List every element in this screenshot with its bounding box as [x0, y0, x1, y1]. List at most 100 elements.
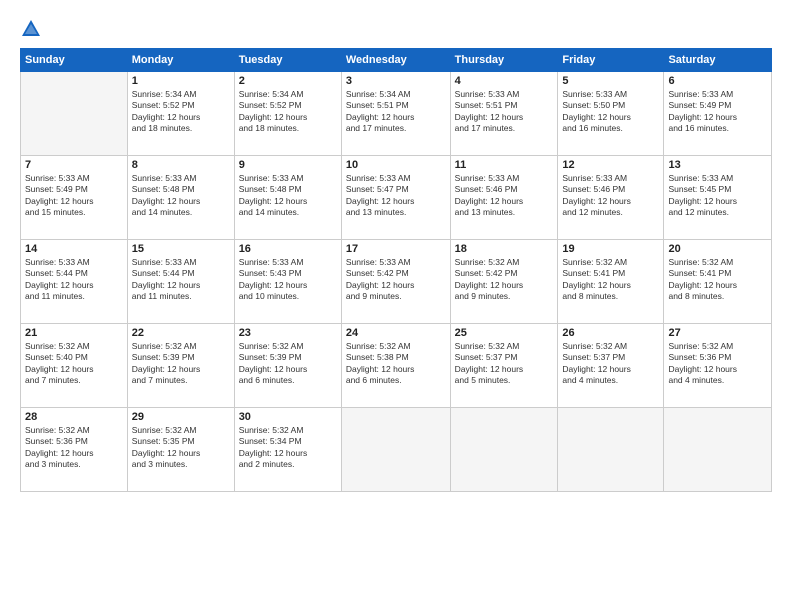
day-info: Sunrise: 5:33 AM Sunset: 5:49 PM Dayligh…	[668, 89, 767, 135]
day-info: Sunrise: 5:33 AM Sunset: 5:44 PM Dayligh…	[132, 257, 230, 303]
calendar-week-row: 14 Sunrise: 5:33 AM Sunset: 5:44 PM Dayli…	[21, 240, 772, 324]
day-number: 23	[239, 327, 337, 339]
calendar-day-cell: 3 Sunrise: 5:34 AM Sunset: 5:51 PM Daylig…	[341, 72, 450, 156]
calendar-day-cell: 7 Sunrise: 5:33 AM Sunset: 5:49 PM Daylig…	[21, 156, 128, 240]
day-number: 8	[132, 159, 230, 171]
page-header	[20, 18, 772, 40]
calendar-day-cell	[450, 408, 558, 492]
day-info: Sunrise: 5:32 AM Sunset: 5:35 PM Dayligh…	[132, 425, 230, 471]
calendar-day-cell: 26 Sunrise: 5:32 AM Sunset: 5:37 PM Dayli…	[558, 324, 664, 408]
day-number: 24	[346, 327, 446, 339]
day-number: 2	[239, 75, 337, 87]
day-number: 30	[239, 411, 337, 423]
calendar-header-wednesday: Wednesday	[341, 49, 450, 72]
calendar-day-cell: 29 Sunrise: 5:32 AM Sunset: 5:35 PM Dayli…	[127, 408, 234, 492]
calendar-day-cell: 24 Sunrise: 5:32 AM Sunset: 5:38 PM Dayli…	[341, 324, 450, 408]
calendar-header-friday: Friday	[558, 49, 664, 72]
day-number: 5	[562, 75, 659, 87]
calendar-day-cell: 15 Sunrise: 5:33 AM Sunset: 5:44 PM Dayli…	[127, 240, 234, 324]
calendar-day-cell: 1 Sunrise: 5:34 AM Sunset: 5:52 PM Daylig…	[127, 72, 234, 156]
calendar-table: SundayMondayTuesdayWednesdayThursdayFrid…	[20, 48, 772, 492]
day-info: Sunrise: 5:32 AM Sunset: 5:41 PM Dayligh…	[562, 257, 659, 303]
day-info: Sunrise: 5:33 AM Sunset: 5:46 PM Dayligh…	[562, 173, 659, 219]
day-number: 6	[668, 75, 767, 87]
calendar-day-cell: 16 Sunrise: 5:33 AM Sunset: 5:43 PM Dayli…	[234, 240, 341, 324]
calendar-header-saturday: Saturday	[664, 49, 772, 72]
calendar-day-cell: 14 Sunrise: 5:33 AM Sunset: 5:44 PM Dayli…	[21, 240, 128, 324]
calendar-day-cell: 2 Sunrise: 5:34 AM Sunset: 5:52 PM Daylig…	[234, 72, 341, 156]
day-info: Sunrise: 5:32 AM Sunset: 5:37 PM Dayligh…	[562, 341, 659, 387]
day-number: 10	[346, 159, 446, 171]
day-number: 22	[132, 327, 230, 339]
day-info: Sunrise: 5:33 AM Sunset: 5:42 PM Dayligh…	[346, 257, 446, 303]
calendar-day-cell: 27 Sunrise: 5:32 AM Sunset: 5:36 PM Dayli…	[664, 324, 772, 408]
day-number: 18	[455, 243, 554, 255]
logo-icon	[20, 18, 42, 40]
day-info: Sunrise: 5:33 AM Sunset: 5:43 PM Dayligh…	[239, 257, 337, 303]
calendar-day-cell: 30 Sunrise: 5:32 AM Sunset: 5:34 PM Dayli…	[234, 408, 341, 492]
day-info: Sunrise: 5:32 AM Sunset: 5:39 PM Dayligh…	[239, 341, 337, 387]
calendar-header-tuesday: Tuesday	[234, 49, 341, 72]
calendar-day-cell: 4 Sunrise: 5:33 AM Sunset: 5:51 PM Daylig…	[450, 72, 558, 156]
day-number: 4	[455, 75, 554, 87]
calendar-day-cell	[341, 408, 450, 492]
day-number: 25	[455, 327, 554, 339]
day-info: Sunrise: 5:33 AM Sunset: 5:48 PM Dayligh…	[132, 173, 230, 219]
day-info: Sunrise: 5:33 AM Sunset: 5:50 PM Dayligh…	[562, 89, 659, 135]
calendar-day-cell: 5 Sunrise: 5:33 AM Sunset: 5:50 PM Daylig…	[558, 72, 664, 156]
calendar-week-row: 28Sunrise: 5:32 AM Sunset: 5:36 PM Dayli…	[21, 408, 772, 492]
day-number: 16	[239, 243, 337, 255]
calendar-header-thursday: Thursday	[450, 49, 558, 72]
calendar-day-cell: 19Sunrise: 5:32 AM Sunset: 5:41 PM Dayli…	[558, 240, 664, 324]
day-number: 27	[668, 327, 767, 339]
calendar-day-cell	[664, 408, 772, 492]
day-info: Sunrise: 5:33 AM Sunset: 5:46 PM Dayligh…	[455, 173, 554, 219]
day-number: 11	[455, 159, 554, 171]
calendar-day-cell: 23 Sunrise: 5:32 AM Sunset: 5:39 PM Dayli…	[234, 324, 341, 408]
day-number: 26	[562, 327, 659, 339]
day-number: 13	[668, 159, 767, 171]
calendar-day-cell	[558, 408, 664, 492]
calendar-day-cell: 21Sunrise: 5:32 AM Sunset: 5:40 PM Dayli…	[21, 324, 128, 408]
calendar-day-cell: 9 Sunrise: 5:33 AM Sunset: 5:48 PM Daylig…	[234, 156, 341, 240]
day-info: Sunrise: 5:34 AM Sunset: 5:51 PM Dayligh…	[346, 89, 446, 135]
day-info: Sunrise: 5:32 AM Sunset: 5:37 PM Dayligh…	[455, 341, 554, 387]
day-number: 17	[346, 243, 446, 255]
day-number: 9	[239, 159, 337, 171]
calendar-day-cell: 28Sunrise: 5:32 AM Sunset: 5:36 PM Dayli…	[21, 408, 128, 492]
day-number: 12	[562, 159, 659, 171]
calendar-week-row: 21Sunrise: 5:32 AM Sunset: 5:40 PM Dayli…	[21, 324, 772, 408]
day-info: Sunrise: 5:32 AM Sunset: 5:41 PM Dayligh…	[668, 257, 767, 303]
day-number: 20	[668, 243, 767, 255]
day-info: Sunrise: 5:32 AM Sunset: 5:42 PM Dayligh…	[455, 257, 554, 303]
day-info: Sunrise: 5:32 AM Sunset: 5:39 PM Dayligh…	[132, 341, 230, 387]
calendar-day-cell: 18 Sunrise: 5:32 AM Sunset: 5:42 PM Dayli…	[450, 240, 558, 324]
day-info: Sunrise: 5:33 AM Sunset: 5:51 PM Dayligh…	[455, 89, 554, 135]
day-info: Sunrise: 5:33 AM Sunset: 5:48 PM Dayligh…	[239, 173, 337, 219]
day-info: Sunrise: 5:32 AM Sunset: 5:34 PM Dayligh…	[239, 425, 337, 471]
day-info: Sunrise: 5:32 AM Sunset: 5:36 PM Dayligh…	[668, 341, 767, 387]
day-info: Sunrise: 5:33 AM Sunset: 5:49 PM Dayligh…	[25, 173, 123, 219]
day-number: 14	[25, 243, 123, 255]
calendar-day-cell: 6 Sunrise: 5:33 AM Sunset: 5:49 PM Daylig…	[664, 72, 772, 156]
day-number: 15	[132, 243, 230, 255]
day-number: 29	[132, 411, 230, 423]
calendar-day-cell: 13Sunrise: 5:33 AM Sunset: 5:45 PM Dayli…	[664, 156, 772, 240]
day-info: Sunrise: 5:32 AM Sunset: 5:38 PM Dayligh…	[346, 341, 446, 387]
calendar-day-cell: 22 Sunrise: 5:32 AM Sunset: 5:39 PM Dayli…	[127, 324, 234, 408]
day-number: 3	[346, 75, 446, 87]
calendar-week-row: 7 Sunrise: 5:33 AM Sunset: 5:49 PM Daylig…	[21, 156, 772, 240]
calendar-header-monday: Monday	[127, 49, 234, 72]
day-number: 7	[25, 159, 123, 171]
calendar-day-cell: 20 Sunrise: 5:32 AM Sunset: 5:41 PM Dayli…	[664, 240, 772, 324]
day-info: Sunrise: 5:34 AM Sunset: 5:52 PM Dayligh…	[132, 89, 230, 135]
day-number: 21	[25, 327, 123, 339]
calendar-day-cell: 11 Sunrise: 5:33 AM Sunset: 5:46 PM Dayli…	[450, 156, 558, 240]
calendar-day-cell: 17 Sunrise: 5:33 AM Sunset: 5:42 PM Dayli…	[341, 240, 450, 324]
calendar-header-sunday: Sunday	[21, 49, 128, 72]
calendar-day-cell: 10 Sunrise: 5:33 AM Sunset: 5:47 PM Dayli…	[341, 156, 450, 240]
day-number: 1	[132, 75, 230, 87]
day-info: Sunrise: 5:33 AM Sunset: 5:47 PM Dayligh…	[346, 173, 446, 219]
day-info: Sunrise: 5:34 AM Sunset: 5:52 PM Dayligh…	[239, 89, 337, 135]
day-info: Sunrise: 5:33 AM Sunset: 5:44 PM Dayligh…	[25, 257, 123, 303]
